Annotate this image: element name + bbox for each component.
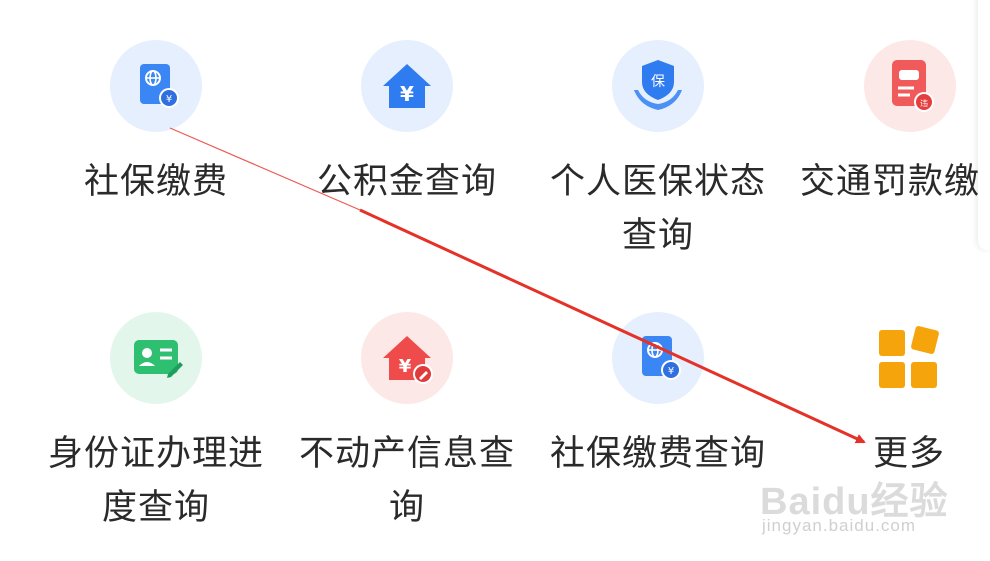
service-label: 交通罚款缴 xyxy=(800,162,981,202)
house-yuan-edit-icon: ¥ xyxy=(361,312,453,404)
service-tile-medical-insurance-status[interactable]: 保 个人医保状态查询 xyxy=(533,0,783,256)
svg-text:违: 违 xyxy=(920,99,928,108)
service-tile-id-card-progress[interactable]: 身份证办理进度查询 xyxy=(31,272,281,528)
service-tile-more[interactable]: 更多 xyxy=(784,272,990,522)
svg-text:¥: ¥ xyxy=(400,82,414,106)
shield-hands-icon: 保 xyxy=(612,40,704,132)
service-tile-traffic-fine-payment[interactable]: 违 交通罚款缴 xyxy=(792,0,990,250)
id-card-icon xyxy=(110,312,202,404)
service-label: 社保缴费 xyxy=(83,162,228,202)
svg-text:¥: ¥ xyxy=(668,366,674,377)
service-label: 不动产信息查询 xyxy=(298,434,515,528)
service-label: 更多 xyxy=(872,434,945,474)
svg-text:¥: ¥ xyxy=(399,356,412,377)
house-yuan-icon: ¥ xyxy=(361,40,453,132)
svg-text:¥: ¥ xyxy=(166,94,172,105)
passport-yuan-icon: ¥ xyxy=(110,40,202,132)
service-tile-housing-fund-query[interactable]: ¥ 公积金查询 xyxy=(282,0,532,250)
service-label: 个人医保状态查询 xyxy=(549,162,766,256)
svg-text:保: 保 xyxy=(651,74,665,90)
service-grid-screen: ¥ 社保缴费 ¥ 公积金查询 保 个人医保状态查询 违 交通罚款缴 身份证办理进… xyxy=(0,0,990,561)
service-tile-social-insurance-payment[interactable]: ¥ 社保缴费 xyxy=(31,0,281,250)
service-label: 身份证办理进度查询 xyxy=(47,434,264,528)
service-tile-real-estate-query[interactable]: ¥ 不动产信息查询 xyxy=(282,272,532,528)
service-label: 公积金查询 xyxy=(316,162,497,202)
service-tile-social-insurance-query[interactable]: ¥ 社保缴费查询 xyxy=(533,272,783,522)
passport-yuan-icon: ¥ xyxy=(612,312,704,404)
service-label: 社保缴费查询 xyxy=(549,434,766,474)
more-grid-icon xyxy=(863,312,955,404)
car-ticket-icon: 违 xyxy=(864,40,956,132)
